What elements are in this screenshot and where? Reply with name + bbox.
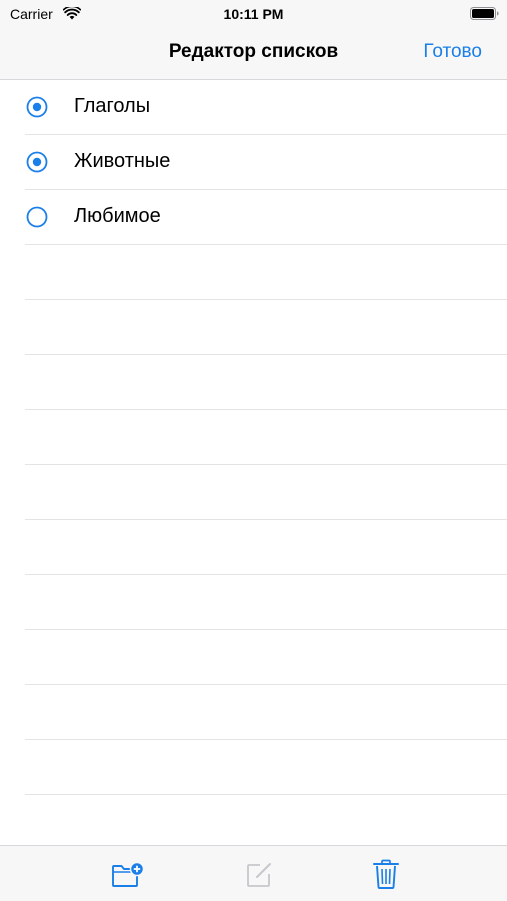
navigation-bar: Редактор списков Готово (0, 28, 507, 80)
empty-row (0, 300, 507, 355)
empty-row (0, 740, 507, 795)
lists-table: Глаголы Животные Любимое (0, 80, 507, 795)
done-button[interactable]: Готово (423, 41, 482, 63)
radio-selected-icon[interactable] (26, 96, 48, 118)
empty-row (0, 630, 507, 685)
empty-row (0, 355, 507, 410)
list-item[interactable]: Животные (0, 135, 507, 190)
list-item[interactable]: Глаголы (0, 80, 507, 135)
empty-row (0, 575, 507, 630)
bottom-toolbar (0, 845, 507, 901)
empty-row (0, 520, 507, 575)
compose-icon[interactable] (243, 858, 277, 890)
battery-icon (470, 7, 499, 20)
empty-row (0, 465, 507, 520)
empty-row (0, 685, 507, 740)
status-time: 10:11 PM (223, 6, 284, 22)
list-item-label: Глаголы (74, 95, 151, 117)
trash-icon[interactable] (369, 858, 403, 890)
radio-unselected-icon[interactable] (26, 206, 48, 228)
empty-row (0, 245, 507, 300)
radio-selected-icon[interactable] (26, 151, 48, 173)
status-bar: Carrier 10:11 PM (0, 0, 507, 28)
list-item-label: Животные (74, 150, 171, 172)
list-item[interactable]: Любимое (0, 190, 507, 245)
folder-add-icon[interactable] (111, 858, 145, 890)
list-item-label: Любимое (74, 205, 161, 227)
empty-row (0, 410, 507, 465)
